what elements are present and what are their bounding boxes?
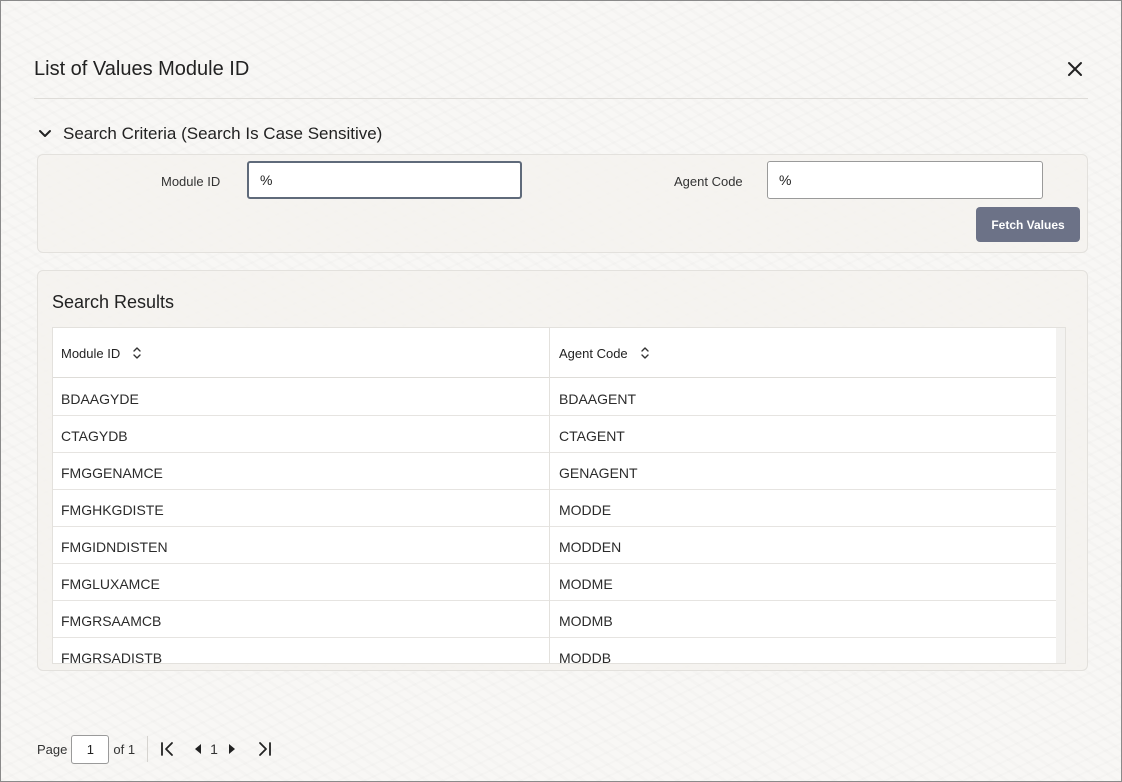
cell-module-id: FMGRSADISTB [61,650,163,664]
fetch-values-button[interactable]: Fetch Values [976,207,1080,242]
table-row[interactable]: FMGGENAMCE GENAGENT [53,453,1056,490]
results-table: Module ID Agent Code BDAAGYDE BDAAGENT C… [52,327,1066,664]
agent-code-input[interactable] [767,161,1043,199]
vertical-scrollbar[interactable] [1056,328,1065,663]
pagination: Page of 1 1 [37,734,274,764]
column-divider [549,328,550,663]
search-criteria-title: Search Criteria (Search Is Case Sensitiv… [63,124,383,143]
current-page-number: 1 [210,741,218,757]
close-button[interactable] [1063,57,1087,81]
search-criteria-toggle[interactable]: Search Criteria (Search Is Case Sensitiv… [37,121,382,147]
pager-divider [147,736,149,762]
column-header-label: Agent Code [559,345,628,361]
page-count-label: of 1 [113,741,136,757]
cell-agent-code: CTAGENT [559,428,625,444]
agent-code-label: Agent Code [674,174,743,189]
cell-module-id: FMGRSAAMCB [61,613,162,629]
table-header: Module ID Agent Code [53,328,1056,378]
table-row[interactable]: FMGLUXAMCE MODME [53,564,1056,601]
close-icon [1068,62,1082,76]
cell-agent-code: MODDEN [559,539,622,555]
lov-dialog: List of Values Module ID Search Criteria… [0,0,1122,782]
page-number-input[interactable] [71,734,110,764]
table-row[interactable]: FMGHKGDISTE MODDE [53,490,1056,527]
cell-module-id: FMGLUXAMCE [61,576,160,592]
table-row[interactable]: FMGIDNDISTEN MODDEN [53,527,1056,564]
cell-module-id: FMGGENAMCE [61,465,163,481]
table-row[interactable]: FMGRSADISTB MODDB [53,638,1056,664]
next-page-icon[interactable] [222,740,240,758]
table-row[interactable]: CTAGYDB CTAGENT [53,416,1056,453]
cell-module-id: FMGHKGDISTE [61,502,164,518]
column-header-module-id[interactable]: Module ID [61,328,142,378]
cell-agent-code: MODDB [559,650,612,664]
module-id-input[interactable] [247,161,522,199]
title-divider [34,98,1088,99]
cell-module-id: CTAGYDB [61,428,128,444]
column-header-agent-code[interactable]: Agent Code [559,328,650,378]
first-page-icon[interactable] [158,740,176,758]
cell-agent-code: MODMB [559,613,613,629]
cell-module-id: FMGIDNDISTEN [61,539,168,555]
table-row[interactable]: FMGRSAAMCB MODMB [53,601,1056,638]
cell-agent-code: GENAGENT [559,465,638,481]
sort-icon [640,347,649,359]
module-id-label: Module ID [161,174,221,189]
chevron-down-icon [39,130,51,137]
cell-agent-code: MODME [559,576,613,592]
last-page-icon[interactable] [256,740,274,758]
search-results-title: Search Results [52,292,175,312]
cell-agent-code: MODDE [559,502,612,518]
page-label: Page [37,741,68,757]
dialog-title: List of Values Module ID [34,58,250,80]
cell-agent-code: BDAAGENT [559,391,637,407]
previous-page-icon[interactable] [190,740,208,758]
column-header-label: Module ID [61,345,121,361]
sort-icon [133,347,141,359]
cell-module-id: BDAAGYDE [61,391,139,407]
table-row[interactable]: BDAAGYDE BDAAGENT [53,379,1056,416]
